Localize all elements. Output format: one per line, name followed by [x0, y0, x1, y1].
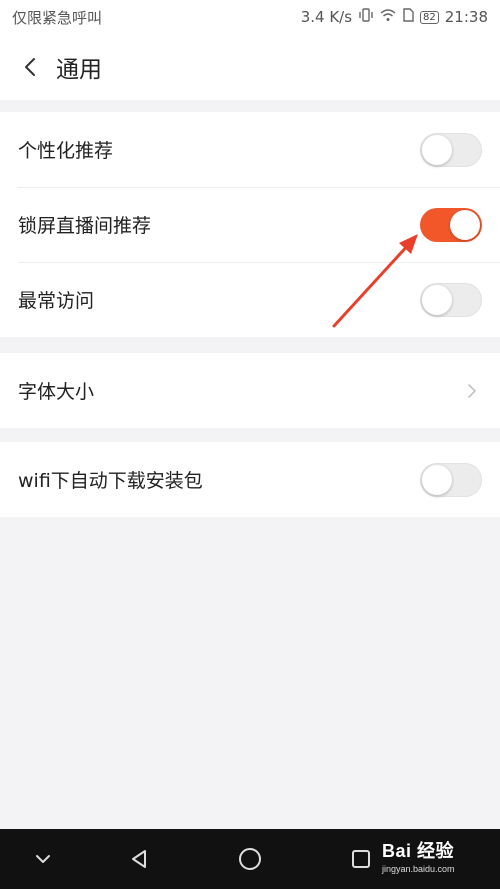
- recents-square-icon[interactable]: [346, 844, 376, 874]
- home-circle-icon[interactable]: [235, 844, 265, 874]
- watermark-main: Bai 经验: [382, 841, 455, 861]
- annotation-arrow-icon: [332, 234, 418, 328]
- back-triangle-icon[interactable]: [124, 844, 154, 874]
- hide-nav-icon[interactable]: [28, 844, 58, 874]
- baidu-jingyan-watermark: Bai 经验 jingyan.baidu.com: [382, 837, 455, 874]
- watermark-sub: jingyan.baidu.com: [382, 864, 455, 874]
